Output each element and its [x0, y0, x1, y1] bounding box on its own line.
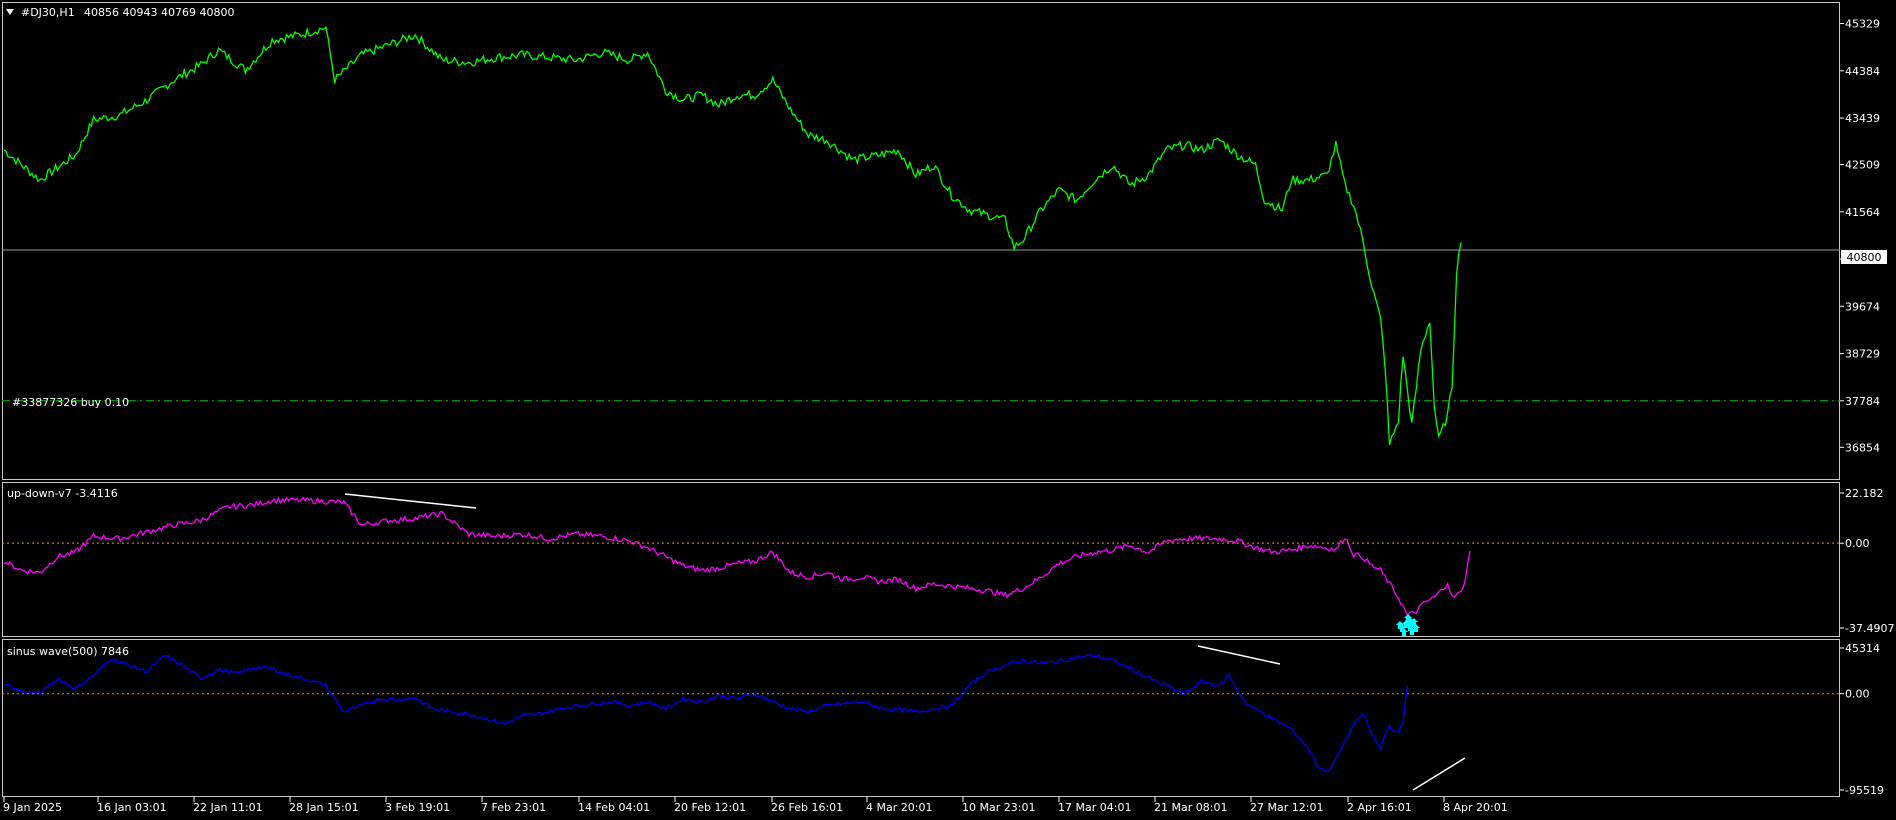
x-tick-label: 28 Jan 15:01 — [289, 801, 359, 814]
symbol-label: #DJ30,H1 — [21, 6, 75, 19]
updown-line — [3, 496, 1471, 617]
y-tick-label: 42509 — [1845, 159, 1880, 172]
y-tick-label: 39674 — [1845, 300, 1880, 313]
ohlc-label: 40856 40943 40769 40800 — [84, 6, 234, 19]
x-tick-label: 20 Feb 12:01 — [674, 801, 746, 814]
time-axis: 9 Jan 2025 16 Jan 03:01 22 Jan 11:01 28 Jan… — [3, 797, 1508, 814]
y-tick-label: 37784 — [1845, 395, 1880, 408]
x-tick-label: 3 Feb 19:01 — [385, 801, 450, 814]
sinus-trendline-bottom[interactable] — [1412, 757, 1466, 791]
sinus-trendline-top[interactable] — [1197, 645, 1281, 665]
x-tick-label: 7 Feb 23:01 — [481, 801, 546, 814]
y-tick-label: 36854 — [1845, 441, 1880, 454]
x-tick-label: 9 Jan 2025 — [3, 801, 62, 814]
signal-arrows — [1396, 614, 1420, 636]
y-tick-label: 0.00 — [1845, 688, 1870, 701]
updown-trendline[interactable] — [344, 493, 477, 509]
updown-title: up-down-v7 -3.4116 — [7, 487, 118, 500]
y-tick-label: 45314 — [1845, 642, 1880, 655]
price-line — [3, 25, 1462, 446]
y-tick-label: 22.182 — [1845, 487, 1884, 500]
sinus-line — [3, 653, 1409, 773]
x-tick-label: 21 Mar 08:01 — [1154, 801, 1227, 814]
sinus-series — [2, 653, 1840, 773]
y-tick-label: -37.4907 — [1845, 622, 1894, 635]
updown-series — [2, 496, 1840, 617]
sinus-title: sinus wave(500) 7846 — [7, 645, 129, 658]
price-axis: 4532944384434394250941564406193967438729… — [1840, 18, 1894, 797]
x-tick-label: 8 Apr 20:01 — [1443, 801, 1508, 814]
x-tick-label: 4 Mar 20:01 — [866, 801, 932, 814]
price-panel[interactable] — [2, 2, 1840, 480]
price-series — [3, 25, 1462, 446]
x-tick-label: 16 Jan 03:01 — [97, 801, 167, 814]
sinus-panel[interactable] — [2, 639, 1840, 797]
x-tick-label: 17 Mar 04:01 — [1058, 801, 1131, 814]
y-tick-label: 38729 — [1845, 348, 1880, 361]
x-tick-label: 26 Feb 16:01 — [771, 801, 843, 814]
x-tick-label: 10 Mar 23:01 — [962, 801, 1035, 814]
order-label: #33877326 buy 0.10 — [12, 396, 129, 409]
y-tick-label: 41564 — [1845, 206, 1880, 219]
trading-chart[interactable]: #DJ30,H1 40856 40943 40769 40800 #338773… — [0, 0, 1896, 820]
updown-panel[interactable] — [2, 482, 1840, 637]
current-price-tag-text: 40800 — [1847, 251, 1882, 264]
y-tick-label: -95519 — [1845, 784, 1884, 797]
y-tick-label: 43439 — [1845, 112, 1880, 125]
x-tick-label: 27 Mar 12:01 — [1250, 801, 1323, 814]
x-tick-label: 22 Jan 11:01 — [193, 801, 263, 814]
menu-triangle-icon[interactable] — [6, 9, 14, 15]
y-tick-label: 0.00 — [1845, 537, 1870, 550]
y-tick-label: 44384 — [1845, 65, 1880, 78]
x-tick-label: 14 Feb 04:01 — [578, 801, 650, 814]
y-tick-label: 45329 — [1845, 18, 1880, 31]
x-tick-label: 2 Apr 16:01 — [1347, 801, 1412, 814]
